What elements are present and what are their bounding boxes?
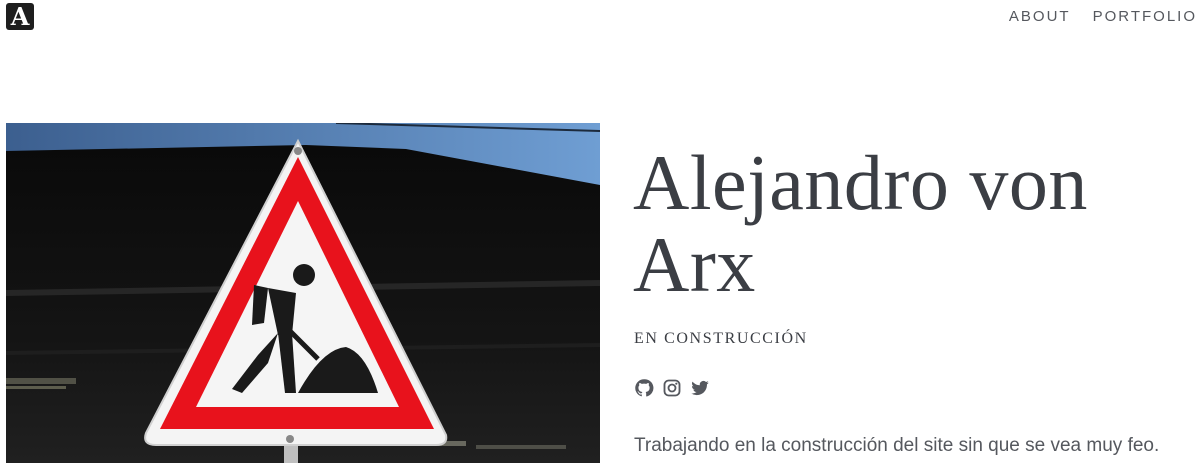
nav-link-about[interactable]: ABOUT: [1009, 9, 1071, 25]
intro-text: Trabajando en la construcción del site s…: [634, 435, 1160, 456]
github-link[interactable]: [634, 378, 654, 398]
tagline: EN CONSTRUCCIÓN: [634, 330, 808, 347]
site-logo[interactable]: A: [6, 3, 34, 30]
twitter-icon: [691, 380, 709, 396]
roadworks-sign-icon: [6, 123, 600, 463]
main-nav: ABOUT PORTFOLIO: [1009, 9, 1197, 25]
page: A ABOUT PORTFOLIO Alejandro von Arx EN C…: [0, 0, 1202, 463]
instagram-link[interactable]: [662, 378, 682, 398]
page-title: Alejandro von Arx: [633, 139, 1088, 308]
logo-letter: A: [10, 2, 30, 31]
twitter-link[interactable]: [690, 378, 710, 398]
social-links: [634, 378, 710, 398]
nav-link-portfolio[interactable]: PORTFOLIO: [1093, 9, 1197, 25]
github-icon: [635, 379, 654, 397]
instagram-icon: [663, 379, 681, 397]
